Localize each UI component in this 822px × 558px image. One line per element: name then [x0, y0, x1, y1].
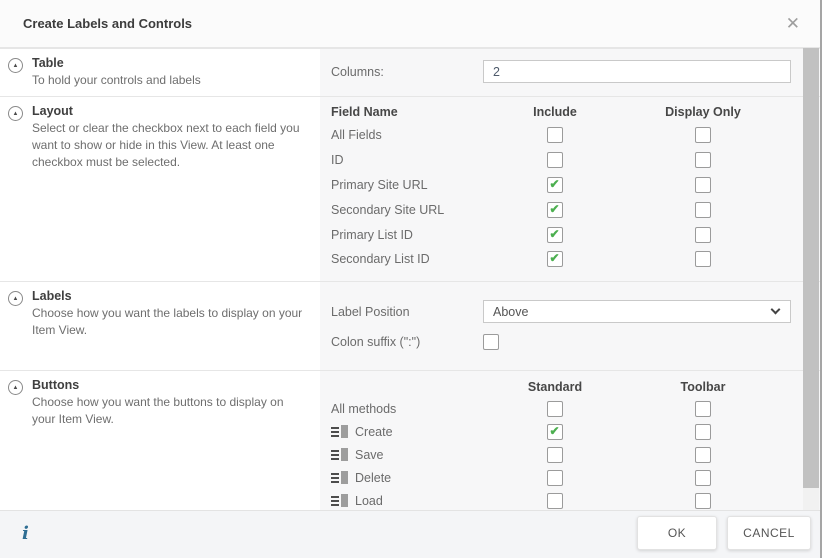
standard-header: Standard — [528, 380, 582, 394]
columns-label: Columns: — [331, 65, 483, 79]
collapse-table-icon[interactable]: ▲ — [8, 58, 23, 73]
create-labels-controls-dialog: Create Labels and Controls ✕ ▲ Table To … — [0, 0, 822, 558]
section-layout-info: ▲ Layout Select or clear the checkbox ne… — [0, 97, 320, 281]
field-row-name: Primary List ID — [331, 228, 495, 242]
scrollbar-track[interactable] — [803, 48, 819, 510]
method-row-name: Delete — [331, 471, 495, 485]
label-position-select[interactable]: Above — [483, 300, 791, 323]
standard-checkbox[interactable] — [547, 493, 563, 509]
display-only-checkbox[interactable] — [695, 251, 711, 267]
label-position-label: Label Position — [331, 305, 483, 319]
include-checkbox[interactable] — [547, 227, 563, 243]
section-desc-labels: Choose how you want the labels to displa… — [32, 305, 310, 339]
section-buttons-info: ▲ Buttons Choose how you want the button… — [0, 371, 320, 510]
section-table-info: ▲ Table To hold your controls and labels — [0, 49, 320, 96]
section-buttons: ▲ Buttons Choose how you want the button… — [0, 370, 822, 510]
section-layout: ▲ Layout Select or clear the checkbox ne… — [0, 96, 822, 281]
display-only-checkbox[interactable] — [695, 227, 711, 243]
method-icon — [331, 494, 348, 507]
collapse-buttons-icon[interactable]: ▲ — [8, 380, 23, 395]
field-row-name: Secondary Site URL — [331, 203, 495, 217]
display-only-header: Display Only — [665, 105, 741, 119]
toolbar-checkbox[interactable] — [695, 447, 711, 463]
section-labels-info: ▲ Labels Choose how you want the labels … — [0, 282, 320, 370]
cancel-button[interactable]: CANCEL — [727, 516, 811, 550]
section-desc-layout: Select or clear the checkbox next to eac… — [32, 120, 310, 170]
methods-table: Standard Toolbar All methods Create Save — [331, 371, 791, 510]
toolbar-checkbox[interactable] — [695, 401, 711, 417]
include-header: Include — [533, 105, 577, 119]
chevron-down-icon — [771, 305, 781, 315]
dialog-header: Create Labels and Controls ✕ — [0, 0, 822, 48]
include-checkbox[interactable] — [547, 202, 563, 218]
standard-checkbox[interactable] — [547, 470, 563, 486]
collapse-labels-icon[interactable]: ▲ — [8, 291, 23, 306]
colon-suffix-label: Colon suffix (":") — [331, 335, 483, 349]
include-checkbox[interactable] — [547, 152, 563, 168]
close-icon[interactable]: ✕ — [780, 13, 806, 34]
field-row-name: Secondary List ID — [331, 252, 495, 266]
toolbar-header: Toolbar — [681, 380, 726, 394]
section-desc-table: To hold your controls and labels — [32, 72, 201, 89]
dialog-footer: i OK CANCEL — [0, 510, 822, 558]
fields-table: Field Name Include Display Only All Fiel… — [331, 97, 791, 272]
standard-checkbox[interactable] — [547, 447, 563, 463]
toolbar-checkbox[interactable] — [695, 493, 711, 509]
label-position-value: Above — [493, 305, 528, 319]
display-only-checkbox[interactable] — [695, 202, 711, 218]
field-row-name: All Fields — [331, 128, 495, 142]
section-title-layout: Layout — [32, 104, 310, 118]
section-labels: ▲ Labels Choose how you want the labels … — [0, 281, 822, 370]
scrollbar-thumb[interactable] — [803, 48, 819, 488]
display-only-checkbox[interactable] — [695, 127, 711, 143]
ok-button[interactable]: OK — [637, 516, 717, 550]
standard-checkbox[interactable] — [547, 401, 563, 417]
method-row-name: Save — [331, 448, 495, 462]
include-checkbox[interactable] — [547, 251, 563, 267]
toolbar-checkbox[interactable] — [695, 424, 711, 440]
method-icon — [331, 425, 348, 438]
columns-input[interactable] — [483, 60, 791, 83]
info-icon[interactable]: i — [22, 523, 29, 544]
field-name-header: Field Name — [331, 105, 495, 119]
include-checkbox[interactable] — [547, 177, 563, 193]
field-row-name: Primary Site URL — [331, 178, 495, 192]
toolbar-checkbox[interactable] — [695, 470, 711, 486]
section-table: ▲ Table To hold your controls and labels… — [0, 48, 822, 96]
standard-checkbox[interactable] — [547, 424, 563, 440]
colon-suffix-checkbox[interactable] — [483, 334, 499, 350]
display-only-checkbox[interactable] — [695, 177, 711, 193]
dialog-title: Create Labels and Controls — [23, 16, 192, 31]
section-title-table: Table — [32, 56, 201, 70]
display-only-checkbox[interactable] — [695, 152, 711, 168]
section-title-buttons: Buttons — [32, 378, 310, 392]
method-row-name: All methods — [331, 402, 495, 416]
include-checkbox[interactable] — [547, 127, 563, 143]
method-row-name: Create — [331, 425, 495, 439]
method-row-name: Load — [331, 494, 495, 508]
section-desc-buttons: Choose how you want the buttons to displ… — [32, 394, 310, 428]
method-icon — [331, 448, 348, 461]
method-icon — [331, 471, 348, 484]
section-title-labels: Labels — [32, 289, 310, 303]
collapse-layout-icon[interactable]: ▲ — [8, 106, 23, 121]
field-row-name: ID — [331, 153, 495, 167]
